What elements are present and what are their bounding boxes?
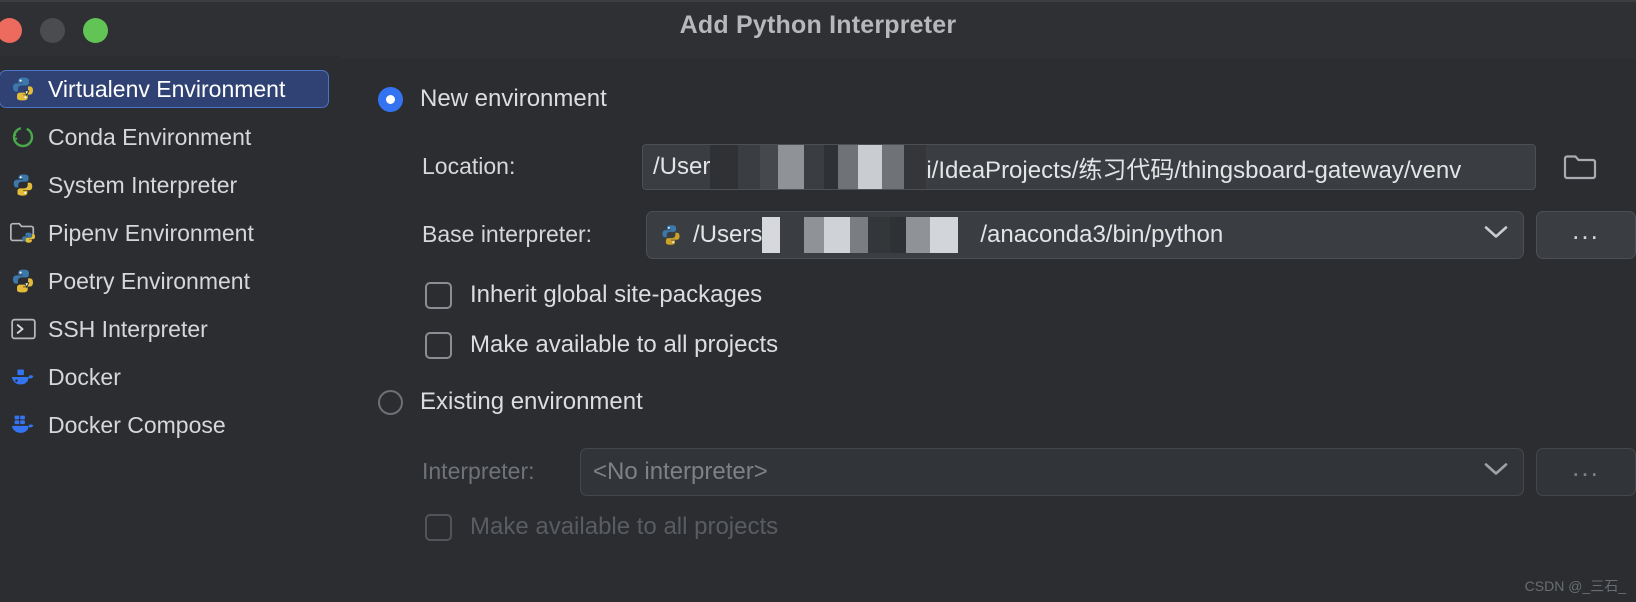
docker-icon — [8, 363, 38, 391]
sidebar-item-system-interpreter[interactable]: System Interpreter — [0, 166, 328, 204]
folder-icon — [1563, 153, 1597, 181]
add-python-interpreter-dialog: Add Python Interpreter Virtualenv Enviro… — [0, 0, 1636, 602]
base-interpreter-value-suffix: /anaconda3/bin/python — [980, 221, 1224, 248]
location-browse-button[interactable] — [1535, 144, 1636, 190]
base-interpreter-more-label: ... — [1572, 214, 1600, 245]
inherit-global-site-packages-checkbox[interactable] — [425, 281, 452, 309]
existing-environment-label: Existing environment — [420, 388, 643, 415]
new-environment-label: New environment — [420, 85, 607, 112]
title-bar: Add Python Interpreter — [0, 0, 1636, 58]
conda-icon — [8, 123, 38, 151]
location-value-prefix: /User — [653, 153, 711, 180]
make-available-all-projects-label: Make available to all projects — [470, 331, 779, 358]
chevron-down-icon[interactable] — [1483, 462, 1509, 483]
python-icon — [8, 171, 38, 199]
new-environment-radio-row[interactable]: New environment — [378, 85, 607, 113]
poetry-icon — [8, 267, 38, 295]
sidebar-item-virtualenv-environment[interactable]: Virtualenv Environment — [0, 70, 329, 108]
inherit-global-site-packages-row[interactable]: Inherit global site-packages — [425, 281, 762, 309]
sidebar-item-label: Docker Compose — [48, 411, 226, 438]
pipenv-folder-icon — [8, 219, 38, 247]
interpreter-type-list[interactable]: Virtualenv Environment Conda Environment — [0, 56, 340, 602]
location-redaction-blocks — [710, 145, 927, 189]
location-label: Location: — [422, 153, 516, 179]
sidebar-item-label: Docker — [48, 363, 121, 390]
python-icon — [659, 223, 683, 247]
sidebar-item-docker-compose[interactable]: Docker Compose — [0, 406, 328, 444]
base-interpreter-combobox[interactable]: /Users /anaconda3/bin/python — [646, 211, 1524, 259]
sidebar-item-label: Virtualenv Environment — [48, 75, 286, 102]
interpreter-value: <No interpreter> — [593, 458, 768, 485]
location-value-suffix: i/IdeaProjects/练习代码/thingsboard-gateway/… — [926, 156, 1462, 184]
watermark: CSDN @_三石_ — [1524, 578, 1626, 594]
sidebar-item-pipenv-environment[interactable]: Pipenv Environment — [0, 214, 328, 252]
existing-make-available-all-projects-row: Make available to all projects — [425, 513, 778, 541]
existing-make-available-all-projects-label: Make available to all projects — [470, 513, 779, 540]
interpreter-more-button[interactable]: ... — [1536, 448, 1636, 496]
base-interpreter-more-button[interactable]: ... — [1536, 211, 1636, 259]
location-label-wrap: Location: — [422, 153, 515, 180]
interpreter-label-wrap: Interpreter: — [422, 458, 535, 485]
python-virtualenv-icon — [8, 75, 38, 103]
make-available-all-projects-checkbox[interactable] — [425, 331, 452, 359]
base-interpreter-label: Base interpreter: — [422, 221, 593, 247]
sidebar-item-label: Conda Environment — [48, 123, 252, 150]
existing-environment-radio-row[interactable]: Existing environment — [378, 388, 643, 416]
sidebar-item-docker[interactable]: Docker — [0, 358, 328, 396]
base-interpreter-redaction-blocks — [762, 217, 981, 253]
interpreter-more-label: ... — [1572, 451, 1600, 482]
sidebar-item-label: SSH Interpreter — [48, 315, 208, 342]
inherit-global-site-packages-label: Inherit global site-packages — [470, 281, 763, 308]
base-interpreter-value-prefix: /Users — [693, 221, 763, 248]
chevron-down-icon[interactable] — [1483, 225, 1509, 246]
environment-settings-panel: New environment Location: /User i/IdeaPr… — [340, 56, 1636, 602]
sidebar-item-poetry-environment[interactable]: Poetry Environment — [0, 262, 328, 300]
existing-make-available-all-projects-checkbox — [425, 513, 452, 541]
interpreter-label: Interpreter: — [422, 458, 535, 484]
sidebar-item-ssh-interpreter[interactable]: SSH Interpreter — [0, 310, 328, 348]
sidebar-item-label: Poetry Environment — [48, 267, 250, 294]
base-interpreter-label-wrap: Base interpreter: — [422, 221, 592, 248]
new-environment-radio[interactable] — [378, 86, 403, 112]
make-available-all-projects-row[interactable]: Make available to all projects — [425, 331, 778, 359]
existing-environment-radio[interactable] — [378, 389, 403, 415]
window-title: Add Python Interpreter — [679, 11, 957, 39]
sidebar-item-label: System Interpreter — [48, 171, 238, 198]
sidebar-item-label: Pipenv Environment — [48, 219, 254, 246]
sidebar-item-conda-environment[interactable]: Conda Environment — [0, 118, 328, 156]
location-input[interactable]: /User i/IdeaProjects/练习代码/thingsboard-ga… — [642, 144, 1536, 190]
interpreter-combobox[interactable]: <No interpreter> — [580, 448, 1524, 496]
terminal-icon — [8, 315, 38, 343]
docker-compose-icon — [8, 411, 38, 439]
